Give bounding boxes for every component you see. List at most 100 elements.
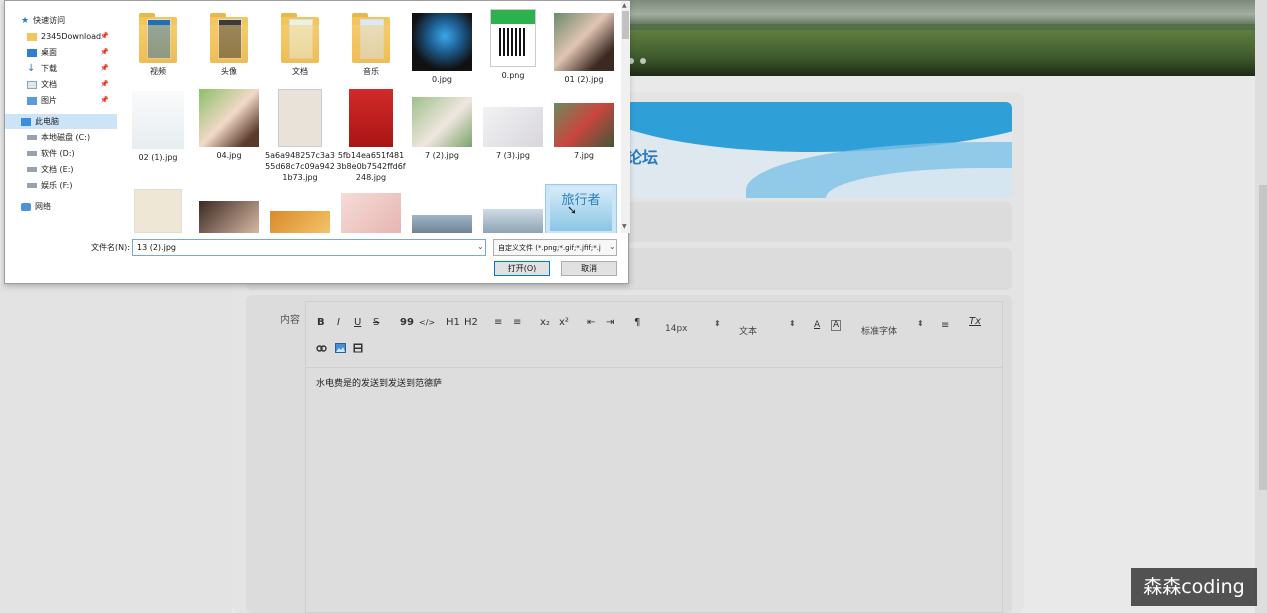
editor-toolbar: B I U S 99 </> H1 H2 ≡ ≡ x₂ x² ⇤ ⇥ ¶ 14p… <box>306 302 1002 368</box>
heading2-button[interactable]: H2 <box>464 317 478 328</box>
background-color-button[interactable]: A <box>831 320 842 331</box>
superscript-button[interactable]: x² <box>559 317 569 328</box>
font-color-button[interactable]: A <box>814 320 820 330</box>
underline-button[interactable]: U <box>354 317 361 328</box>
blockquote-button[interactable]: 99 <box>400 317 414 328</box>
nav-drive-c[interactable]: 本地磁盘 (C:) <box>5 130 117 145</box>
download-icon: ↓ <box>27 63 36 74</box>
folder-item-documents[interactable]: 文档 <box>265 13 335 77</box>
folder-icon <box>139 13 177 63</box>
filetype-select[interactable]: 自定义文件 (*.png;*.gif;*.jfif;*.j <box>493 239 617 256</box>
open-button[interactable]: 打开(O) <box>494 261 550 276</box>
image-item[interactable] <box>407 215 477 233</box>
outdent-button[interactable]: ⇤ <box>587 317 595 328</box>
filename-input[interactable]: 13 (2).jpg <box>132 239 486 256</box>
image-item[interactable] <box>194 201 264 233</box>
strikethrough-button[interactable]: S <box>373 317 379 328</box>
font-size-select[interactable]: 14px <box>665 324 688 334</box>
nav-label: 此电脑 <box>35 117 59 126</box>
italic-button[interactable]: I <box>337 317 340 328</box>
file-list-scrollbar[interactable]: ▲ ▼ <box>621 1 630 233</box>
video-icon[interactable] <box>353 343 363 356</box>
text-type-select[interactable]: 文本 <box>739 324 757 337</box>
code-button[interactable]: </> <box>419 318 435 327</box>
image-item-7-2-jpg[interactable]: 7 (2).jpg <box>407 97 477 161</box>
clear-format-button[interactable]: Tx <box>969 316 981 327</box>
rich-text-editor[interactable]: B I U S 99 </> H1 H2 ≡ ≡ x₂ x² ⇤ ⇥ ¶ 14p… <box>305 301 1003 613</box>
nav-network[interactable]: 网络 <box>5 199 117 214</box>
nav-label: 快速访问 <box>33 16 66 25</box>
image-item[interactable] <box>336 193 406 233</box>
image-item[interactable] <box>478 209 548 233</box>
folder-item-music[interactable]: 音乐 <box>336 13 406 77</box>
chevron-down-icon[interactable]: ⌄ <box>477 242 484 251</box>
text-direction-button[interactable]: ¶ <box>634 317 640 328</box>
image-thumbnail <box>132 91 184 149</box>
folder-item-videos[interactable]: 视频 <box>123 13 193 77</box>
nav-drive-f[interactable]: 娱乐 (F:) <box>5 178 117 193</box>
image-thumbnail <box>341 193 401 233</box>
font-family-select[interactable]: 标准字体 <box>861 324 897 337</box>
bullet-list-button[interactable]: ≡ <box>513 317 521 328</box>
image-item-7-jpg[interactable]: 7.jpg <box>549 103 619 161</box>
link-icon[interactable] <box>316 343 327 357</box>
file-name: 音乐 <box>363 67 379 76</box>
nav-documents[interactable]: 文档 📌 <box>5 77 117 92</box>
image-item[interactable] <box>123 189 193 233</box>
subscript-button[interactable]: x₂ <box>540 317 550 328</box>
carousel-dot[interactable] <box>640 58 646 64</box>
pictures-icon <box>27 96 37 105</box>
nav-this-pc[interactable]: 此电脑 <box>5 114 117 129</box>
watermark: 森森coding <box>1131 568 1257 606</box>
page-scrollbar-thumb[interactable] <box>1259 185 1267 490</box>
drive-icon <box>27 151 37 156</box>
align-button[interactable]: ≡ <box>941 320 949 331</box>
nav-drive-e[interactable]: 文档 (E:) <box>5 162 117 177</box>
image-item-5fb1-jpg[interactable]: 5fb14ea651f4813b8e0b7542ffd6f248.jpg <box>336 89 406 183</box>
heading1-button[interactable]: H1 <box>446 317 460 328</box>
image-item-04-jpg[interactable]: 04.jpg <box>194 89 264 161</box>
image-thumbnail <box>483 209 543 233</box>
image-item-02-1-jpg[interactable]: 02 (1).jpg <box>123 91 193 163</box>
bold-button[interactable]: B <box>317 317 325 328</box>
file-name: 视频 <box>150 67 166 76</box>
image-item-selected[interactable]: 旅行者 <box>545 184 617 233</box>
nav-pictures[interactable]: 图片 📌 <box>5 93 117 108</box>
file-open-dialog: ★ 快速访问 2345Download 📌 桌面 📌 ↓ 下载 📌 文档 📌 图… <box>4 0 630 284</box>
image-item-7-3-jpg[interactable]: 7 (3).jpg <box>478 107 548 161</box>
image-item[interactable] <box>265 211 335 233</box>
carousel-dots[interactable] <box>628 58 646 64</box>
nav-2345download[interactable]: 2345Download 📌 <box>5 29 117 44</box>
pin-icon: 📌 <box>100 96 109 104</box>
editor-text[interactable]: 水电费是的发送到发送到范德萨 <box>316 376 442 389</box>
scroll-down-icon[interactable]: ▼ <box>622 223 627 230</box>
cancel-button[interactable]: 取消 <box>561 261 617 276</box>
nav-drive-d[interactable]: 软件 (D:) <box>5 146 117 161</box>
nav-quick-access[interactable]: ★ 快速访问 <box>5 13 117 28</box>
top-banner-image <box>628 0 1255 76</box>
font-size-caret-icon: ⬍ <box>714 319 721 328</box>
nav-desktop[interactable]: 桌面 📌 <box>5 45 117 60</box>
pin-icon: 📌 <box>100 32 109 40</box>
left-background <box>0 284 232 613</box>
indent-button[interactable]: ⇥ <box>606 317 614 328</box>
scrollbar-thumb[interactable] <box>622 11 629 39</box>
nav-label: 桌面 <box>41 48 57 57</box>
folder-item-avatars[interactable]: 头像 <box>194 13 264 77</box>
image-thumbnail <box>490 9 536 67</box>
image-item-0-jpg[interactable]: 0.jpg <box>407 13 477 85</box>
ordered-list-button[interactable]: ≡ <box>494 317 502 328</box>
network-icon <box>21 202 31 211</box>
folder-icon <box>281 13 319 63</box>
image-item-01-2-jpg[interactable]: 01 (2).jpg <box>549 13 619 85</box>
nav-label: 软件 (D:) <box>41 149 75 158</box>
image-icon[interactable] <box>335 343 346 356</box>
file-name: 7 (2).jpg <box>425 151 459 160</box>
scroll-up-icon[interactable]: ▲ <box>622 2 627 9</box>
image-thumbnail <box>278 89 322 147</box>
nav-downloads[interactable]: ↓ 下载 📌 <box>5 61 117 76</box>
image-item-0-png[interactable]: 0.png <box>478 9 548 81</box>
file-name: 02 (1).jpg <box>138 153 178 162</box>
image-item-5a6a-jpg[interactable]: 5a6a948257c3a355d68c7c09a9421b73.jpg <box>265 89 335 183</box>
chevron-down-icon[interactable]: ⌄ <box>609 242 616 251</box>
